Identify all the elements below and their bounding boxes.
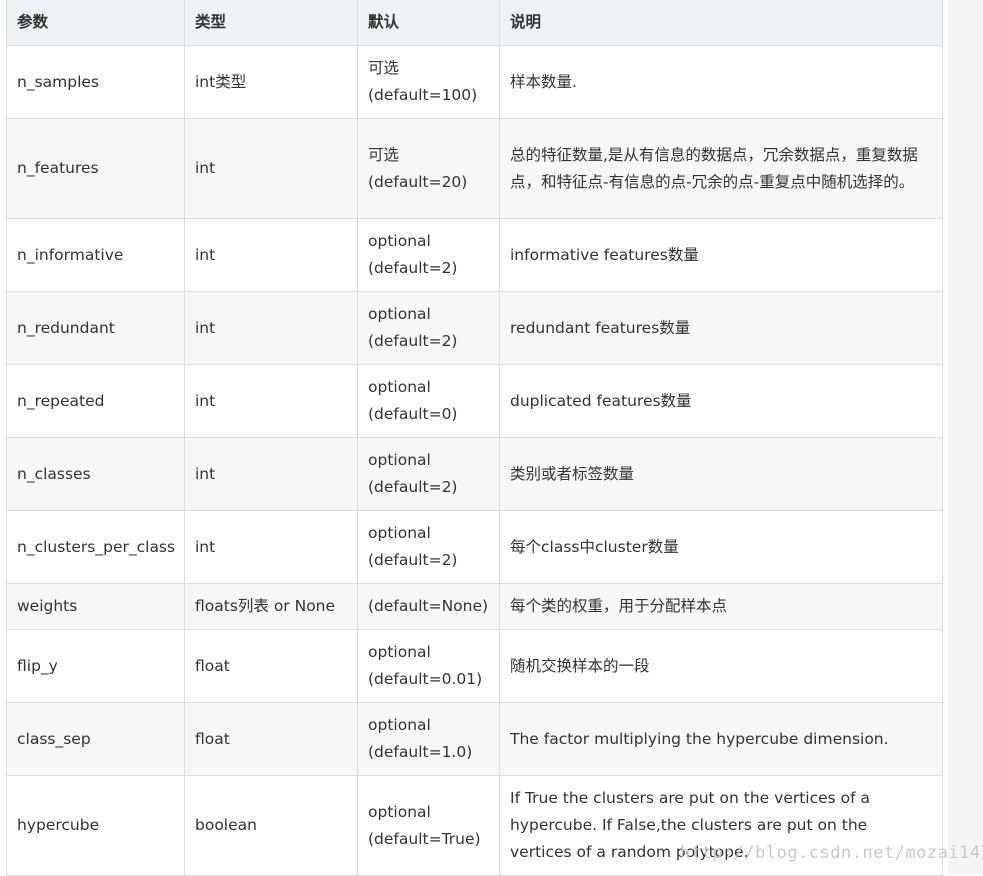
param-default: optional (default=0.01) (357, 629, 500, 703)
header-default: 默认 (357, 0, 500, 46)
default-line: (default=True) (368, 829, 481, 848)
table-row: n_informative int optional (default=2) in… (6, 218, 943, 292)
param-type: int (184, 437, 358, 511)
param-type: boolean (184, 775, 358, 876)
param-name: n_repeated (6, 364, 185, 438)
param-name: n_samples (6, 45, 185, 119)
table-row: n_classes int optional (default=2) 类别或者标签… (6, 437, 943, 511)
default-line: (default=2) (368, 551, 458, 569)
param-type: int (184, 291, 358, 365)
param-type: float (184, 702, 358, 776)
default-line: optional (368, 524, 431, 542)
param-default: optional (default=True) (357, 775, 500, 876)
param-default: optional (default=2) (357, 510, 500, 584)
default-line: (default=20) (368, 172, 468, 191)
default-line: (default=0) (368, 405, 458, 423)
param-default: optional (default=2) (357, 437, 500, 511)
param-default: 可选 (default=20) (357, 118, 500, 219)
param-type: int (184, 510, 358, 584)
param-name: n_clusters_per_class (6, 510, 185, 584)
table-row: n_features int 可选 (default=20) 总的特征数量,是从有… (6, 118, 943, 219)
default-line: optional (368, 232, 431, 250)
table-header-row: 参数 类型 默认 说明 (6, 0, 943, 46)
param-name: n_informative (6, 218, 185, 292)
default-line: optional (368, 451, 431, 469)
param-name: class_sep (6, 702, 185, 776)
param-description: 每个类的权重，用于分配样本点 (499, 583, 943, 630)
param-description: 每个class中cluster数量 (499, 510, 943, 584)
default-line: (default=2) (368, 478, 458, 496)
header-param: 参数 (6, 0, 185, 46)
table-row: n_clusters_per_class int optional (defaul… (6, 510, 943, 584)
header-type: 类型 (184, 0, 358, 46)
param-type: int类型 (184, 45, 358, 119)
param-description: 总的特征数量,是从有信息的数据点，冗余数据点，重复数据点，和特征点-有信息的点-… (499, 118, 943, 219)
param-name: hypercube (6, 775, 185, 876)
table-row: weights floats列表 or None (default=None) … (6, 583, 943, 630)
param-default: (default=None) (357, 583, 500, 630)
default-line: optional (368, 305, 431, 323)
table-row: flip_y float optional (default=0.01) 随机交换… (6, 629, 943, 703)
param-name: flip_y (6, 629, 185, 703)
right-margin-strip (948, 0, 983, 875)
table-row: n_repeated int optional (default=0) dupli… (6, 364, 943, 438)
param-description: 样本数量. (499, 45, 943, 119)
param-default: 可选 (default=100) (357, 45, 500, 119)
param-name: n_redundant (6, 291, 185, 365)
param-default: optional (default=2) (357, 291, 500, 365)
param-default: optional (default=1.0) (357, 702, 500, 776)
param-type: floats列表 or None (184, 583, 358, 630)
default-line: (default=1.0) (368, 743, 473, 761)
default-line: (default=2) (368, 259, 458, 277)
param-description: informative features数量 (499, 218, 943, 292)
param-name: n_classes (6, 437, 185, 511)
default-line: (default=0.01) (368, 670, 483, 688)
default-line: 可选 (368, 59, 400, 77)
header-description: 说明 (499, 0, 943, 46)
default-line: optional (368, 643, 431, 661)
table-row: n_samples int类型 可选 (default=100) 样本数量. (6, 45, 943, 119)
default-line: optional (368, 378, 431, 396)
default-line: 可选 (368, 145, 400, 164)
param-type: int (184, 364, 358, 438)
default-line: (default=100) (368, 86, 478, 104)
param-description: redundant features数量 (499, 291, 943, 365)
param-type: int (184, 218, 358, 292)
param-default: optional (default=2) (357, 218, 500, 292)
default-line: (default=2) (368, 332, 458, 350)
watermark-url: http://blog.csdn.net/mozai147 (680, 843, 983, 863)
default-line: (default=None) (368, 597, 489, 615)
param-description: 类别或者标签数量 (499, 437, 943, 511)
default-line: optional (368, 802, 431, 821)
table-row: n_redundant int optional (default=2) redu… (6, 291, 943, 365)
table-row: class_sep float optional (default=1.0) Th… (6, 702, 943, 776)
default-line: optional (368, 716, 431, 734)
param-description: 随机交换样本的一段 (499, 629, 943, 703)
param-type: float (184, 629, 358, 703)
param-default: optional (default=0) (357, 364, 500, 438)
param-description: duplicated features数量 (499, 364, 943, 438)
param-name: weights (6, 583, 185, 630)
param-name: n_features (6, 118, 185, 219)
param-description: The factor multiplying the hypercube dim… (499, 702, 943, 776)
parameter-table: 参数 类型 默认 说明 n_samples int类型 可选 (default=1… (6, 0, 943, 876)
param-type: int (184, 118, 358, 219)
